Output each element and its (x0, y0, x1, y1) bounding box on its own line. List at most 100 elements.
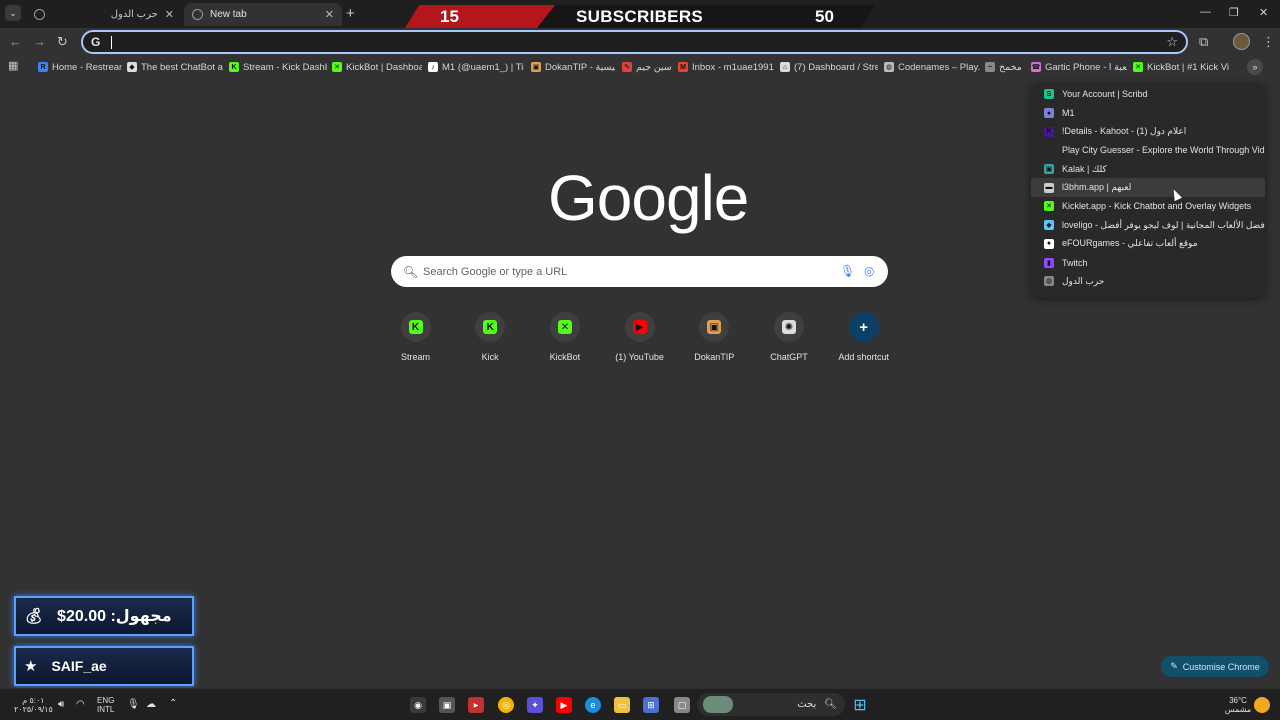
minimize-icon[interactable]: — (1200, 6, 1211, 18)
shortcut-tiles: K Stream K Kick ✕ KickBot ▶ (1) YouTube ▣ DokanTI… (378, 311, 903, 371)
shortcut-tile[interactable]: K Kick (453, 311, 528, 369)
bookmark-star-icon[interactable]: ☆ (1166, 34, 1178, 50)
taskbar-search[interactable]: بحث 🔍︎ (697, 693, 845, 716)
bookmark-menu-item[interactable]: ● eFOURgames - موقع ألعاب تفاعلي (1031, 235, 1265, 254)
forward-icon[interactable]: → (33, 34, 46, 49)
plus-icon: + (346, 5, 355, 22)
shortcut-tile[interactable]: K Stream (378, 311, 453, 369)
bookmark-favicon-icon: ♪ (428, 62, 438, 72)
shortcut-tile[interactable]: ✺ ChatGPT (752, 311, 827, 369)
follower-name: SAIF_ae (51, 658, 107, 674)
edge-icon[interactable]: e (585, 697, 601, 713)
google-lens-icon[interactable]: ◎ (864, 264, 874, 278)
close-icon[interactable]: ✕ (325, 8, 334, 21)
volume-icon[interactable]: 🔊︎ (58, 700, 64, 710)
bookmark-item[interactable]: K Stream - Kick Dashb... (229, 59, 327, 75)
menu-kebab-icon[interactable]: ⋮ (1262, 34, 1275, 50)
bookmark-item[interactable]: ◍ Codenames – Play... (884, 59, 980, 75)
new-tab-button[interactable]: + (346, 5, 355, 22)
google-search-input[interactable] (423, 265, 823, 278)
bookmark-label: Stream - Kick Dashb... (243, 61, 327, 73)
bookmark-menu-item[interactable]: K !Details - Kahoot - (1) اعلام دول (1031, 122, 1265, 141)
back-icon[interactable]: ← (9, 34, 22, 49)
copilot-icon[interactable]: ✦ (527, 697, 543, 713)
close-window-icon[interactable]: ✕ (1259, 6, 1268, 19)
weather-condition: مشمس (1224, 705, 1252, 714)
youtube-icon[interactable]: ▶ (556, 697, 572, 713)
bookmark-item[interactable]: R Home - Restream (38, 59, 122, 75)
bookmark-menu-item[interactable]: S Your Account | Scribd (1031, 85, 1265, 104)
bookmark-item[interactable]: M Inbox - m1uae1991... (678, 59, 774, 75)
wifi-icon[interactable]: ◠ (76, 700, 85, 710)
microphone-icon[interactable]: 🎙︎ (840, 264, 855, 278)
bookmarks-overflow-button[interactable]: » (1247, 59, 1263, 75)
add-shortcut-tile[interactable]: + Add shortcut (826, 311, 901, 369)
chrome-icon[interactable]: ◎ (498, 697, 514, 713)
shortcut-tile[interactable]: ▣ DokanTIP (677, 311, 752, 369)
language-indicator[interactable]: ENG INTL (97, 696, 114, 714)
app-icon-video-editor[interactable]: ▶ (468, 697, 484, 713)
microphone-icon[interactable]: 🎙︎ (127, 700, 140, 710)
close-icon[interactable]: ✕ (165, 8, 174, 21)
shortcut-label: KickBot (549, 352, 581, 362)
tab-inactive[interactable]: حرب الدول ✕ (26, 3, 182, 26)
google-search-box[interactable]: 🔍︎ 🎙︎ ◎ (391, 256, 888, 287)
weather-temp: 36°C (1229, 696, 1247, 705)
tab-search-button[interactable]: ⌄ (5, 5, 21, 21)
bookmark-menu-item[interactable]: Play City Guesser - Explore the World Th… (1031, 141, 1265, 160)
bookmark-item[interactable]: ◆ The best ChatBot an... (127, 59, 223, 75)
bookmark-item[interactable]: ⌂ (7) Dashboard / Stre... (780, 59, 878, 75)
bookmark-menu-item[interactable]: ◍ حرب الدول (1031, 272, 1265, 291)
bookmark-item[interactable]: ▣ DokanTIP - الرئيسية (531, 59, 615, 75)
reload-icon[interactable]: ↻ (57, 34, 68, 50)
onedrive-cloud-icon[interactable]: ☁ (146, 700, 156, 710)
bookmark-item[interactable]: ✕ KickBot | Dashboard (332, 59, 422, 75)
subscriber-label: SUBSCRIBERS (576, 7, 704, 26)
shortcut-label: ChatGPT (770, 352, 808, 362)
bookmark-favicon-icon: ● (1044, 238, 1054, 249)
address-bar[interactable]: G ☆ (81, 30, 1188, 54)
bookmark-menu-item[interactable]: ▬ l3bhm.app | لعبهم (1031, 178, 1265, 198)
lang-secondary: INTL (97, 705, 115, 714)
bookmark-menu-item[interactable]: ▣ Kalak | كلك (1031, 160, 1265, 179)
pencil-icon: ✎ (1170, 661, 1178, 671)
bookmark-label: Home - Restream (52, 61, 122, 73)
bookmark-menu-item[interactable]: ◆ loveligo - أفضل الألعاب المجانية | لوف … (1031, 216, 1265, 235)
restore-icon[interactable]: ❐ (1229, 6, 1239, 19)
windows-start-icon[interactable]: ⊞ (852, 697, 868, 714)
bookmark-item[interactable]: ✎ سين جيم (622, 59, 672, 75)
bookmark-item[interactable]: ♪ M1 (@uaem1_) | Tik... (428, 59, 524, 75)
chrome-newtab-icon (192, 9, 203, 20)
customise-chrome-button[interactable]: ✎ Customise Chrome (1161, 656, 1269, 677)
shortcut-tile[interactable]: ✕ KickBot (527, 311, 602, 369)
shortcut-tile[interactable]: ▶ (1) YouTube (602, 311, 677, 369)
bookmark-menu-item[interactable]: ▮ Twitch (1031, 253, 1265, 272)
bookmark-item[interactable]: ~ مخمخ (985, 59, 1025, 75)
taskbar-clock[interactable]: ٥:٠١ م ٢٠٢٥/٠٩/١٥ (14, 696, 53, 714)
bookmark-menu-item[interactable]: ✕ Kicklet.app - Kick Chatbot and Overlay … (1031, 197, 1265, 216)
profile-avatar[interactable] (1233, 33, 1250, 50)
bookmark-label: Codenames – Play... (898, 61, 980, 73)
shortcut-icon-circle: K (475, 312, 506, 342)
lang-primary: ENG (97, 696, 115, 705)
bookmark-menu-label: loveligo - أفضل الألعاب المجانية | لوف ل… (1062, 219, 1265, 230)
apps-grid-icon[interactable]: ▦ (8, 59, 18, 72)
weather-widget[interactable]: 36°C مشمس (1220, 696, 1256, 714)
app-icon-window[interactable]: ▢ (674, 697, 690, 713)
bookmark-item[interactable]: ☎ Gartic Phone - لعبة ا... (1031, 59, 1127, 75)
bookmark-favicon-icon: ▣ (531, 62, 541, 72)
app-icon-obs[interactable]: ◉ (410, 697, 426, 713)
shortcut-icon-circle: K (400, 312, 431, 342)
store-icon[interactable]: ⊞ (643, 697, 659, 713)
subscriber-count: 15 (440, 7, 459, 26)
file-explorer-icon[interactable]: ▭ (614, 697, 630, 713)
chevron-up-icon[interactable]: ⌃ (169, 699, 177, 709)
tab-active[interactable]: New tab ✕ (184, 3, 342, 26)
globe-icon (34, 9, 45, 20)
shortcut-icon-circle: ▶ (624, 312, 655, 342)
bookmark-menu-item[interactable]: ● M1 (1031, 104, 1265, 123)
app-icon-capture[interactable]: ▣ (439, 697, 455, 713)
extensions-icon[interactable]: ⧉ (1199, 34, 1208, 50)
bookmark-item[interactable]: ✕ KickBot | #1 Kick Vie... (1133, 59, 1229, 75)
bookmark-favicon-icon: ✕ (1133, 62, 1143, 72)
